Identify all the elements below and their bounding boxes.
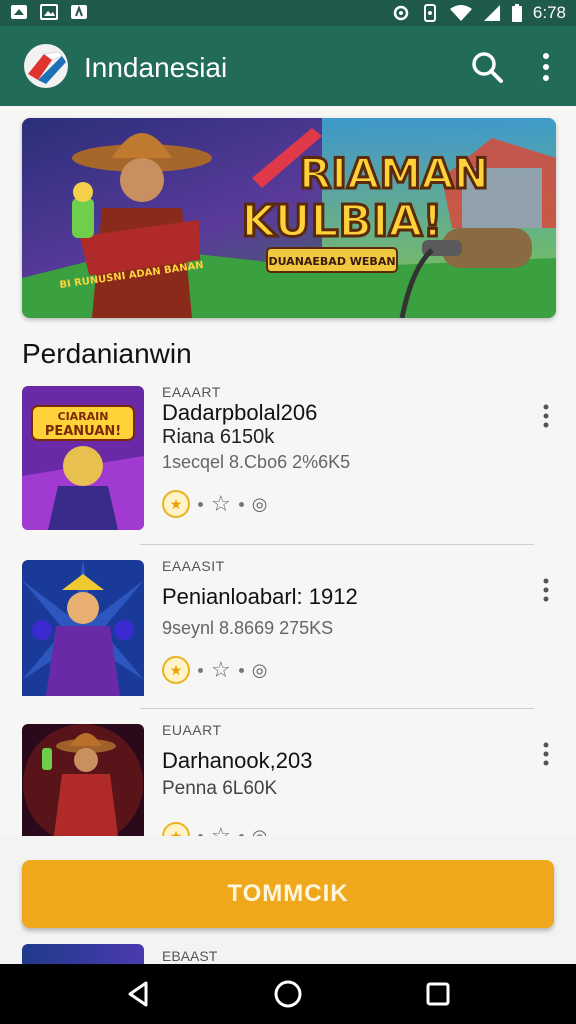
back-icon[interactable] xyxy=(122,978,154,1010)
banner-title-1: RIAMAN xyxy=(299,149,489,198)
coin-icon[interactable]: ★ xyxy=(162,490,190,518)
cta-area: TOMMCIK EBAAST xyxy=(0,836,576,964)
info-icon[interactable]: ◎ xyxy=(252,660,268,681)
thumb-title-1: CIARAIN xyxy=(58,410,109,423)
coin-icon[interactable]: ★ xyxy=(162,656,190,684)
item-tag: EAAART xyxy=(162,384,221,400)
system-nav-bar xyxy=(0,964,576,1024)
notification-icon xyxy=(11,5,27,19)
item-name: Darhanook,203 xyxy=(162,748,313,773)
recents-icon[interactable] xyxy=(422,978,454,1010)
item-subtitle: Penna 6L60K xyxy=(162,778,278,799)
signal-icon xyxy=(483,5,500,21)
app-logo-icon xyxy=(28,51,66,84)
item-more-icon[interactable] xyxy=(542,578,550,602)
section-title: Perdanianwin xyxy=(22,338,192,369)
promo-banner[interactable]: RIAMAN KULBIA! DUANAEBAD WEBAN BI RUNUSN… xyxy=(22,118,556,318)
item-name: Dadarpbolal206 xyxy=(162,400,318,425)
list-item[interactable]: EAAASIT Penianloabarl: 1912 9seynl 8.866… xyxy=(22,558,556,710)
thumb-title-2: PEANUAN! xyxy=(45,424,121,439)
item-name: Penianloabarl: 1912 xyxy=(162,584,358,609)
banner-artwork: RIAMAN KULBIA! DUANAEBAD WEBAN BI RUNUSN… xyxy=(22,118,556,318)
list-item[interactable]: CIARAIN PEANUAN! EAAART Dadarpbolal206 R… xyxy=(22,384,556,536)
next-item-thumbnail xyxy=(22,944,144,964)
item-tag: EUAART xyxy=(162,722,222,738)
sync-icon xyxy=(393,5,409,21)
item-meta: 1secqel 8.Cbo6 2%6K5 xyxy=(162,452,351,472)
home-icon[interactable] xyxy=(272,978,304,1010)
item-more-icon[interactable] xyxy=(542,404,550,428)
battery-icon xyxy=(511,4,522,22)
app-title: Inndanesiai xyxy=(84,52,228,83)
game-thumbnail xyxy=(22,560,144,704)
game-thumbnail: CIARAIN PEANUAN! xyxy=(22,386,144,530)
star-icon[interactable]: ☆ xyxy=(211,657,231,683)
item-more-icon[interactable] xyxy=(542,742,550,766)
item-subtitle: Riana 6150k xyxy=(162,426,275,448)
primary-cta-button[interactable]: TOMMCIK xyxy=(22,860,554,928)
divider xyxy=(140,544,534,545)
status-time: 6:78 xyxy=(532,3,566,22)
divider xyxy=(140,708,534,709)
search-icon[interactable] xyxy=(470,50,504,84)
more-vert-icon[interactable] xyxy=(534,50,558,84)
info-icon[interactable]: ◎ xyxy=(252,494,268,515)
banner-title-2: KULBIA! xyxy=(241,196,442,247)
next-item-tag: EBAAST xyxy=(162,948,218,964)
item-tag: EAAASIT xyxy=(162,558,225,574)
banner-sign-text: DUANAEBAD WEBAN xyxy=(268,255,395,268)
item-meta: 9seynl 8.8669 275KS xyxy=(162,618,334,638)
item-actions: ★ ☆ ◎ xyxy=(162,490,267,518)
item-actions: ★ ☆ ◎ xyxy=(162,656,267,684)
vibrate-icon xyxy=(423,4,436,22)
status-bar: 6:78 xyxy=(0,0,576,26)
app-bar: Inndanesiai xyxy=(0,26,576,106)
image-icon xyxy=(40,4,58,20)
star-icon[interactable]: ☆ xyxy=(211,491,231,517)
wifi-icon xyxy=(449,5,472,21)
app-icon xyxy=(71,5,87,19)
app-logo[interactable] xyxy=(24,44,68,88)
